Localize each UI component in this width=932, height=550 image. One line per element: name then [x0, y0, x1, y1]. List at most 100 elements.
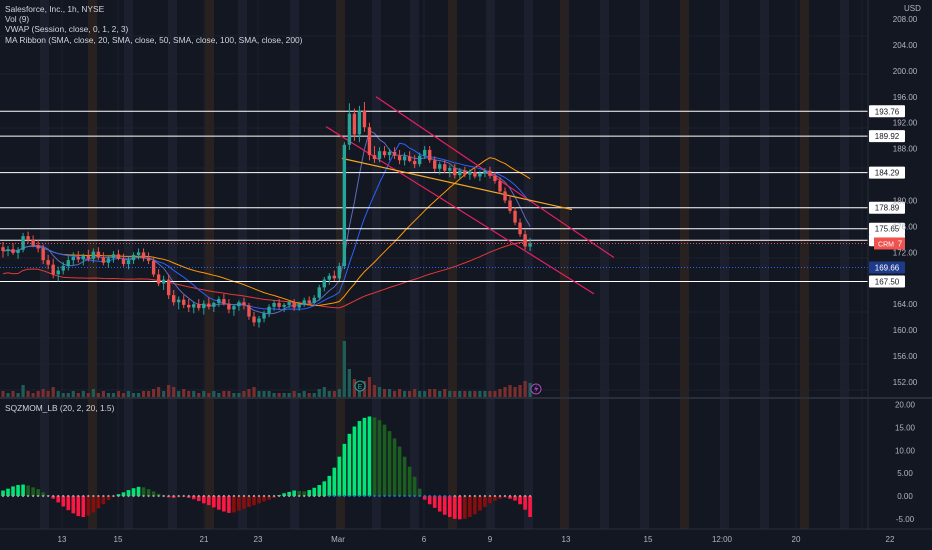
volume-bar — [392, 391, 397, 397]
momentum-bar — [357, 421, 362, 496]
squeeze-dot — [167, 494, 170, 498]
candle-body — [448, 168, 452, 171]
candle-body — [197, 304, 201, 309]
candle-body — [397, 155, 402, 161]
momentum-bar — [387, 431, 392, 496]
candle-body — [367, 127, 372, 156]
volume-bar — [86, 393, 90, 397]
volume-bar — [141, 391, 146, 397]
session-band — [238, 0, 247, 529]
volume-bar — [342, 341, 346, 397]
momentum-bar — [81, 496, 86, 518]
osc-tick-label: 5.00 — [897, 469, 913, 478]
earnings-marker-icon[interactable]: E — [354, 380, 366, 392]
candle-body — [493, 175, 497, 182]
volume-bar — [377, 387, 382, 397]
candle-body — [177, 299, 181, 303]
candle-body — [387, 151, 392, 156]
squeeze-dot — [353, 494, 356, 498]
volume-bar — [26, 391, 30, 397]
candle-body — [26, 236, 30, 241]
time-tick-label: 20 — [792, 535, 801, 544]
squeeze-dot — [413, 494, 416, 498]
price-tick-label: 156.00 — [893, 352, 918, 361]
squeeze-dot — [47, 494, 50, 498]
squeeze-dot — [363, 494, 366, 498]
session-band — [168, 0, 177, 529]
squeeze-dot — [503, 494, 507, 498]
squeeze-dot — [488, 494, 492, 498]
momentum-bar — [21, 484, 25, 496]
momentum-bar — [432, 496, 437, 508]
squeeze-dot — [57, 494, 60, 498]
squeeze-dot — [132, 494, 135, 498]
legend-volume[interactable]: Vol (9) — [5, 14, 302, 24]
candle-body — [498, 181, 502, 192]
time-tick-label: 15 — [114, 535, 123, 544]
volume-bar — [302, 391, 306, 397]
volume-bar — [66, 393, 70, 397]
squeeze-dot — [529, 494, 532, 498]
symbol-title[interactable]: Salesforce, Inc., 1h, NYSE — [5, 4, 302, 14]
volume-bar — [332, 391, 336, 397]
volume-bar — [182, 389, 186, 397]
volume-bar — [443, 389, 447, 397]
legend-vwap[interactable]: VWAP (Session, close, 0, 1, 2, 3) — [5, 24, 302, 34]
candle-body — [16, 249, 20, 254]
momentum-bar — [242, 496, 246, 509]
volume-bar — [297, 393, 301, 397]
candle-body — [202, 303, 206, 309]
volume-bar — [478, 391, 482, 397]
session-band — [680, 0, 689, 529]
candle-body — [232, 306, 236, 310]
dividend-flash-icon[interactable] — [530, 383, 542, 395]
volume-bar — [433, 389, 437, 397]
time-tick-label: 15 — [644, 535, 653, 544]
squeeze-dot — [77, 494, 80, 498]
squeeze-dot — [172, 494, 175, 498]
time-tick-label: 6 — [422, 535, 427, 544]
oscillator-legend[interactable]: SQZMOM_LB (20, 2, 20, 1.5) — [5, 403, 114, 413]
squeeze-dot — [137, 494, 140, 498]
candle-body — [227, 303, 231, 310]
candle-body — [402, 156, 407, 161]
squeeze-dot — [52, 494, 55, 498]
volume-bar — [36, 391, 40, 397]
momentum-bar — [483, 496, 487, 507]
momentum-bar — [332, 467, 337, 496]
candle-body — [81, 255, 86, 260]
candle-body — [86, 255, 91, 259]
volume-bar — [423, 391, 427, 397]
candle-body — [392, 151, 397, 156]
volume-bar — [513, 387, 517, 397]
momentum-bar — [523, 496, 527, 510]
volume-bar — [372, 385, 377, 397]
volume-bar — [327, 391, 331, 397]
candle-body — [207, 303, 211, 307]
squeeze-dot — [112, 494, 115, 498]
momentum-bar — [96, 496, 101, 509]
volume-bar — [488, 391, 492, 397]
session-band — [88, 0, 97, 529]
candle-body — [1, 247, 5, 252]
candle-body — [412, 160, 417, 165]
candle-body — [6, 249, 10, 252]
candle-body — [166, 279, 171, 296]
squeeze-dot — [308, 494, 311, 498]
squeeze-dot — [212, 494, 215, 498]
price-chart[interactable]: 193.76189.92184.29178.89175.65173.86169.… — [0, 0, 932, 550]
momentum-bar — [442, 496, 447, 515]
momentum-bar — [91, 496, 96, 513]
time-tick-label: 21 — [200, 535, 209, 544]
squeeze-dot — [333, 494, 336, 498]
momentum-bar — [402, 456, 407, 496]
session-band — [448, 0, 457, 529]
volume-bar — [257, 391, 261, 397]
squeeze-dot — [473, 494, 476, 498]
squeeze-dot — [27, 494, 30, 498]
legend-ma-ribbon[interactable]: MA Ribbon (SMA, close, 20, SMA, close, 5… — [5, 35, 302, 45]
momentum-bar — [362, 417, 367, 496]
volume-bar — [172, 387, 176, 397]
volume-bar — [136, 393, 141, 397]
volume-bar — [292, 391, 296, 397]
